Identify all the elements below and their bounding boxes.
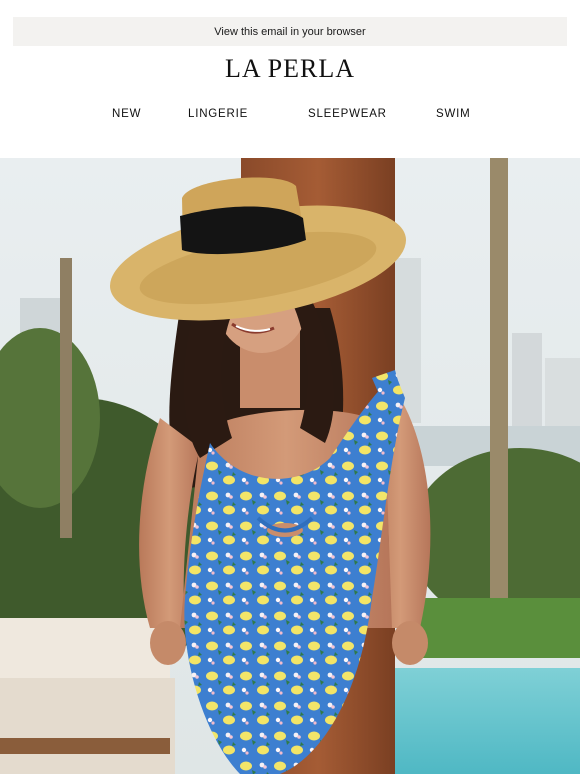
nav-item-lingerie[interactable]: LINGERIE — [188, 108, 248, 120]
nav-item-sleepwear[interactable]: SLEEPWEAR — [308, 108, 387, 120]
hero-illustration — [0, 158, 580, 774]
view-in-browser-link[interactable]: View this email in your browser — [13, 17, 567, 46]
hero-image[interactable] — [0, 158, 580, 774]
main-nav: NEW LINGERIE SLEEPWEAR SWIM — [0, 108, 580, 124]
brand-logo[interactable]: LA PERLA — [0, 54, 580, 84]
nav-item-swim[interactable]: SWIM — [436, 108, 471, 120]
view-in-browser-label: View this email in your browser — [214, 25, 366, 38]
brand-logo-text: LA PERLA — [224, 54, 356, 83]
nav-item-new[interactable]: NEW — [112, 108, 141, 120]
